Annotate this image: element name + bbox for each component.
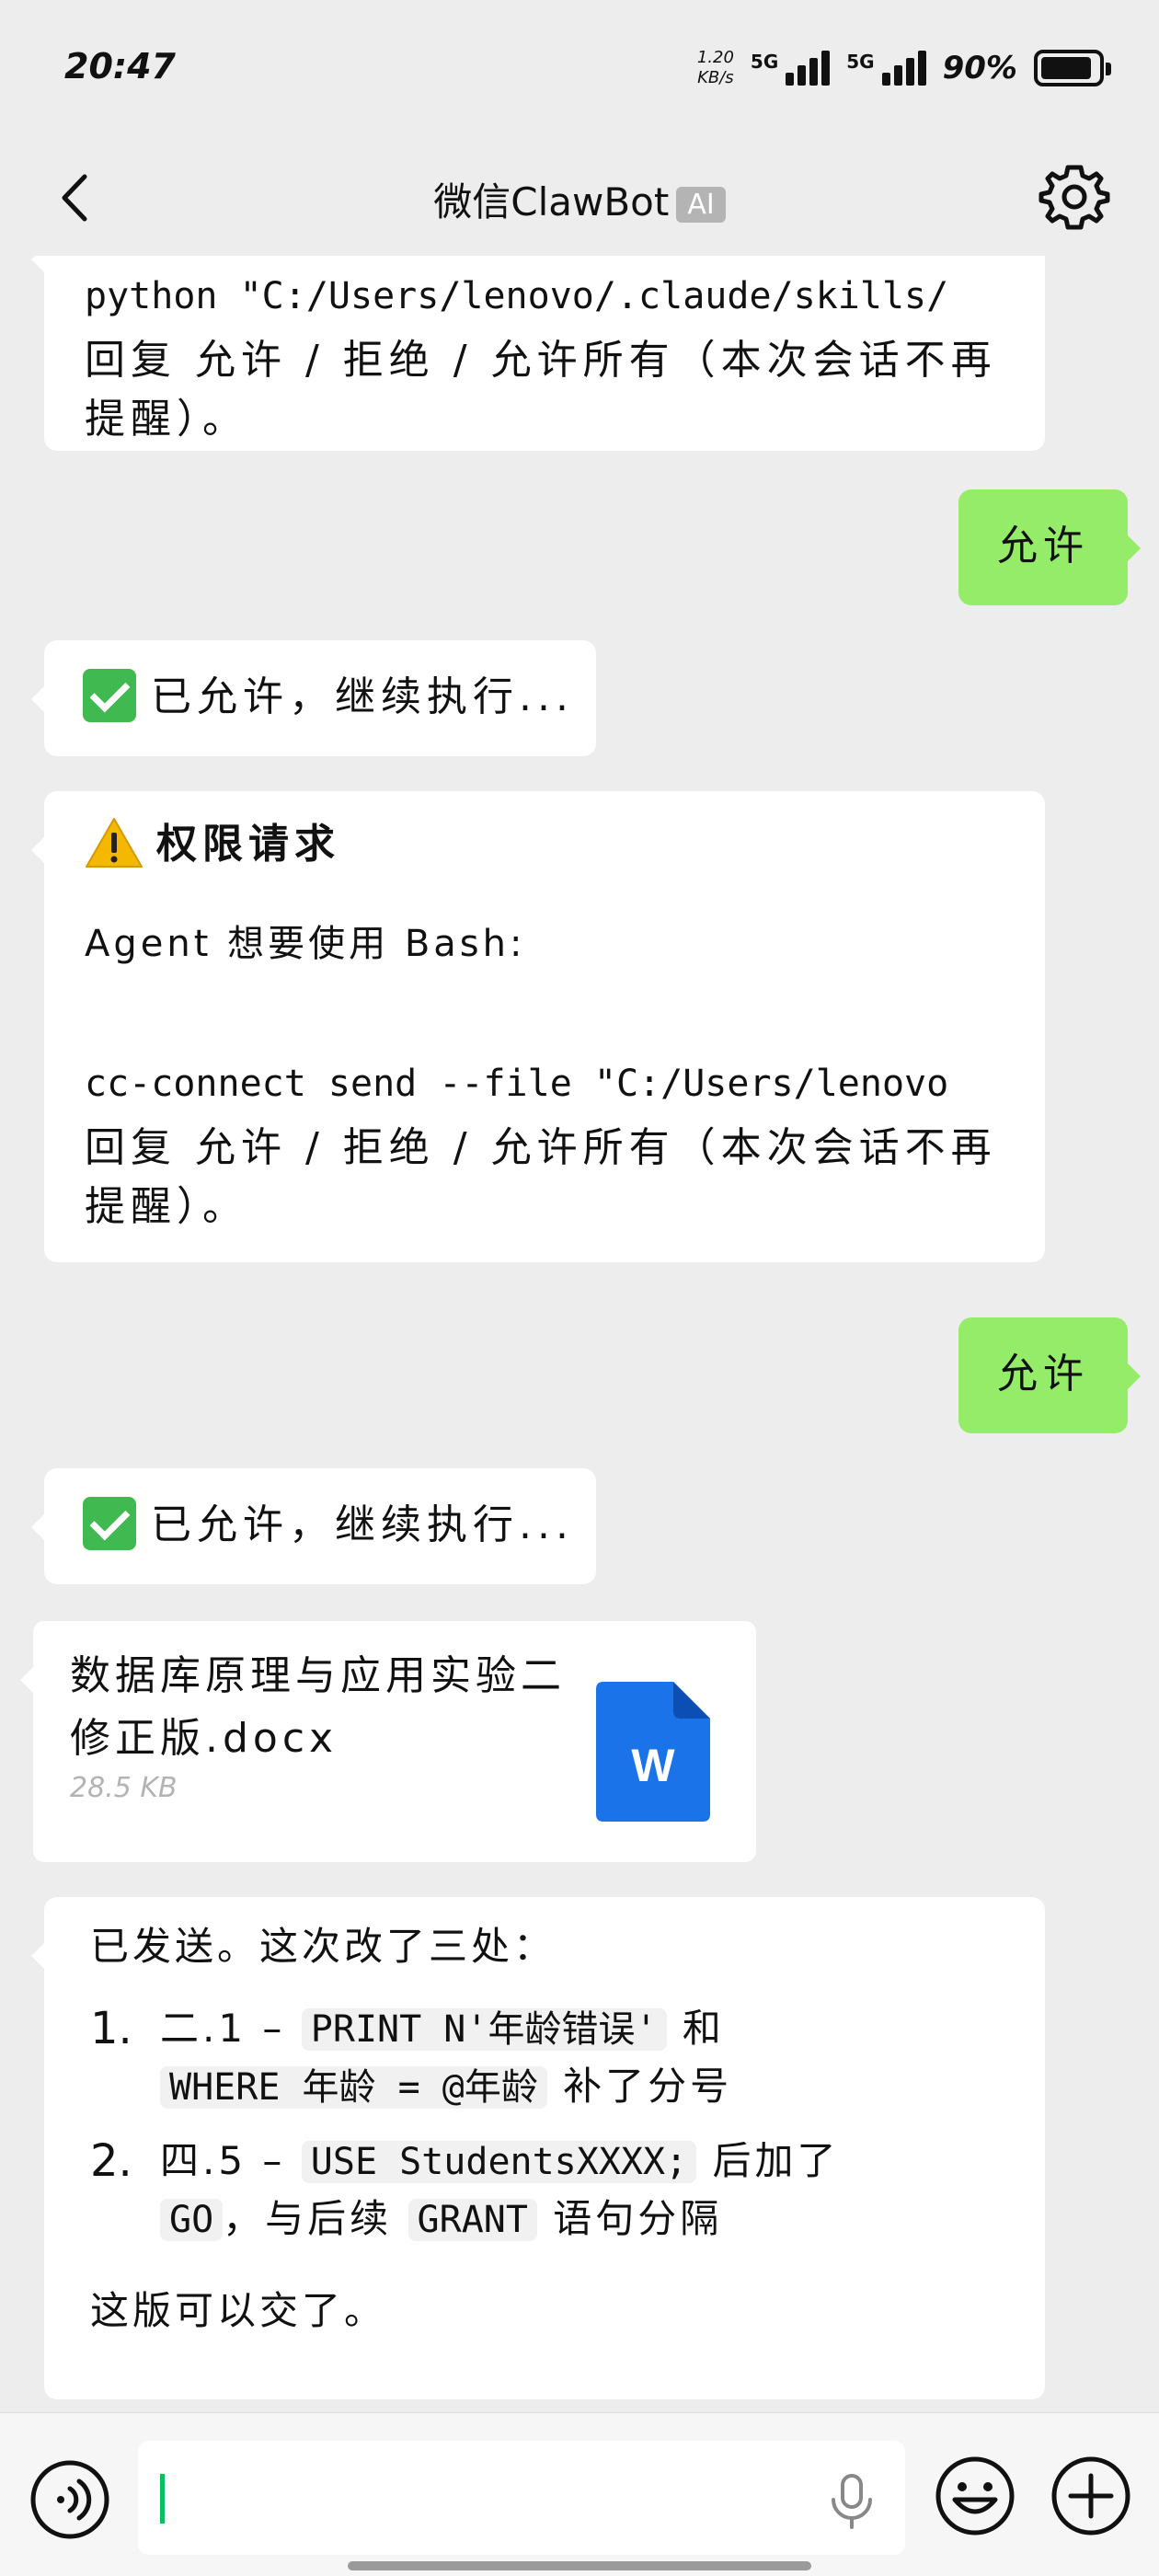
summary-intro: 已发送。这次改了三处： xyxy=(90,1924,557,1969)
message-bot-permission-2: 权限请求 Agent 想要使用 Bash: cc-connect send --… xyxy=(31,791,1045,1262)
message-bot-allowed-2: 已允许，继续执行... xyxy=(31,1468,596,1584)
permission-prompt: 回复 允许 / 拒绝 / 允许所有（本次会话不再提醒）。 xyxy=(85,337,997,443)
network-speed: 1.20 KB/s xyxy=(696,48,734,87)
file-name: 数据库原理与应用实验二修正版.docx xyxy=(70,1652,566,1762)
permission-subtitle: Agent 想要使用 Bash: xyxy=(85,923,526,965)
input-bar xyxy=(0,2412,1159,2576)
ai-badge: AI xyxy=(676,187,726,223)
message-user-allow-1: 允许 xyxy=(958,489,1141,605)
plus-icon[interactable] xyxy=(1049,2454,1133,2538)
message-bot-summary: 已发送。这次改了三处： 1. 二.1 – PRINT N'年龄错误' 和 WHE… xyxy=(31,1897,1045,2399)
clock: 20:47 xyxy=(64,46,176,86)
message-input[interactable] xyxy=(138,2441,905,2555)
battery-icon xyxy=(1034,50,1111,86)
permission-title: 权限请求 xyxy=(85,815,1004,874)
svg-text:W: W xyxy=(631,1740,675,1791)
chat-title: 微信ClawBot AI xyxy=(0,171,1159,227)
signal-icon-2: 5G xyxy=(846,51,926,86)
file-size: 28.5 KB xyxy=(70,1772,178,1804)
message-bot-allowed-1: 已允许，继续执行... xyxy=(31,640,596,756)
message-list[interactable]: python "C:/Users/lenovo/.claude/skills/ … xyxy=(0,256,1159,2410)
status-bar: 20:47 1.20 KB/s 5G 5G 90% xyxy=(0,0,1159,138)
list-item: 2. 四.5 – USE StudentsXXXX; 后加了 GO ，与后续 GR… xyxy=(90,2135,840,2241)
inline-code: USE StudentsXXXX; xyxy=(301,2141,697,2183)
command-text: cc-connect send --file "C:/Users/lenovo xyxy=(85,1063,949,1105)
warning-icon xyxy=(86,818,143,868)
command-text: python "C:/Users/lenovo/.claude/skills/ xyxy=(85,275,949,317)
signal-icon: 5G xyxy=(751,51,831,86)
list-item: 1. 二.1 – PRINT N'年龄错误' 和 WHERE 年龄 = @年龄 … xyxy=(90,2003,733,2109)
inline-code: WHERE 年龄 = @年龄 xyxy=(160,2066,547,2109)
inline-code: GO xyxy=(160,2199,224,2241)
text-caret xyxy=(160,2474,165,2524)
microphone-icon[interactable] xyxy=(826,2472,878,2531)
message-bot-permission-1: python "C:/Users/lenovo/.claude/skills/ … xyxy=(31,256,1045,451)
check-icon xyxy=(83,1497,136,1550)
inline-code: GRANT xyxy=(407,2199,537,2241)
file-attachment[interactable]: 数据库原理与应用实验二修正版.docx 28.5 KB W xyxy=(20,1621,756,1862)
status-icons: 1.20 KB/s 5G 5G 90% xyxy=(696,40,1111,96)
permission-prompt: 回复 允许 / 拒绝 / 允许所有（本次会话不再提醒）。 xyxy=(85,1124,997,1230)
word-document-icon: W xyxy=(596,1682,710,1822)
summary-outro: 这版可以交了。 xyxy=(90,2288,387,2333)
inline-code: PRINT N'年龄错误' xyxy=(301,2008,667,2051)
check-icon xyxy=(83,669,136,722)
chat-header: 微信ClawBot AI xyxy=(0,138,1159,258)
home-indicator[interactable] xyxy=(348,2561,811,2570)
message-user-allow-2: 允许 xyxy=(958,1317,1141,1433)
battery-percent: 90% xyxy=(942,50,1017,86)
voice-mode-icon[interactable] xyxy=(28,2457,112,2542)
emoji-icon[interactable] xyxy=(933,2454,1017,2538)
gear-icon[interactable] xyxy=(1038,160,1111,234)
